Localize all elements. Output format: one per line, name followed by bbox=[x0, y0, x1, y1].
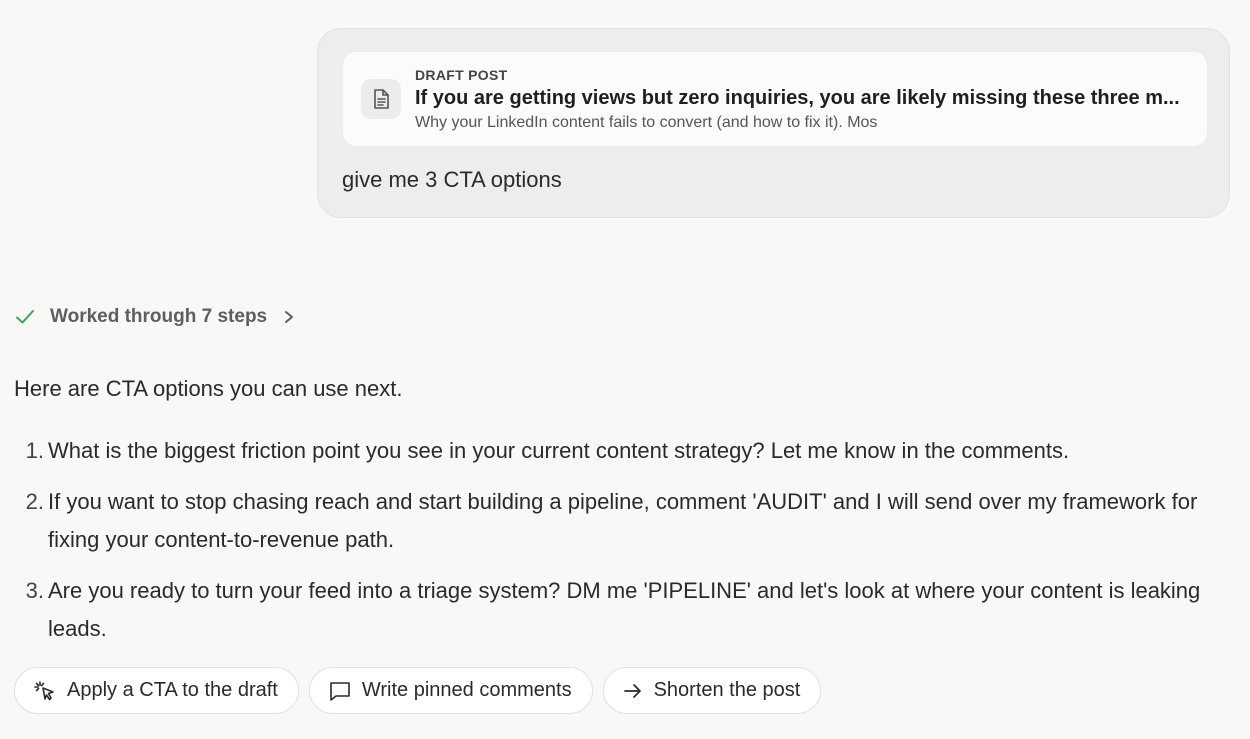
chat-view: DRAFT POST If you are getting views but … bbox=[0, 0, 1250, 739]
list-number: 3. bbox=[25, 578, 44, 603]
document-icon bbox=[361, 79, 401, 119]
apply-cta-label: Apply a CTA to the draft bbox=[67, 679, 278, 701]
cta-options-list: 1. What is the biggest friction point yo… bbox=[14, 432, 1234, 661]
arrow-right-icon bbox=[622, 681, 644, 701]
response-intro: Here are CTA options you can use next. bbox=[14, 376, 403, 401]
shorten-post-button[interactable]: Shorten the post bbox=[602, 667, 822, 714]
shorten-post-label: Shorten the post bbox=[653, 679, 801, 701]
attachment-subtitle: Why your LinkedIn content fails to conve… bbox=[415, 114, 878, 131]
list-text: If you want to stop chasing reach and st… bbox=[48, 489, 1198, 552]
write-pinned-comments-button[interactable]: Write pinned comments bbox=[308, 667, 593, 714]
list-item: 3. Are you ready to turn your feed into … bbox=[14, 572, 1234, 648]
list-item: 1. What is the biggest friction point yo… bbox=[14, 432, 1234, 470]
check-icon bbox=[14, 305, 40, 329]
list-item: 2. If you want to stop chasing reach and… bbox=[14, 483, 1234, 559]
user-message-bubble: DRAFT POST If you are getting views but … bbox=[317, 28, 1230, 218]
attachment-kicker: DRAFT POST bbox=[415, 67, 508, 83]
list-text: Are you ready to turn your feed into a t… bbox=[48, 578, 1201, 641]
user-message-text: give me 3 CTA options bbox=[342, 167, 562, 192]
list-text: What is the biggest friction point you s… bbox=[48, 438, 1070, 463]
steps-label: Worked through 7 steps bbox=[50, 306, 268, 327]
suggested-actions: Apply a CTA to the draft Write pinned co… bbox=[14, 667, 822, 714]
steps-toggle[interactable]: Worked through 7 steps bbox=[14, 305, 295, 329]
list-number: 1. bbox=[25, 438, 44, 463]
write-pinned-comments-label: Write pinned comments bbox=[361, 679, 572, 701]
draft-post-attachment[interactable]: DRAFT POST If you are getting views but … bbox=[342, 51, 1208, 147]
cursor-click-icon bbox=[33, 680, 57, 702]
attachment-title: If you are getting views but zero inquir… bbox=[415, 87, 1180, 109]
chevron-right-icon bbox=[283, 309, 295, 325]
apply-cta-button[interactable]: Apply a CTA to the draft bbox=[14, 667, 299, 714]
comment-icon bbox=[328, 680, 352, 702]
list-number: 2. bbox=[25, 489, 44, 514]
